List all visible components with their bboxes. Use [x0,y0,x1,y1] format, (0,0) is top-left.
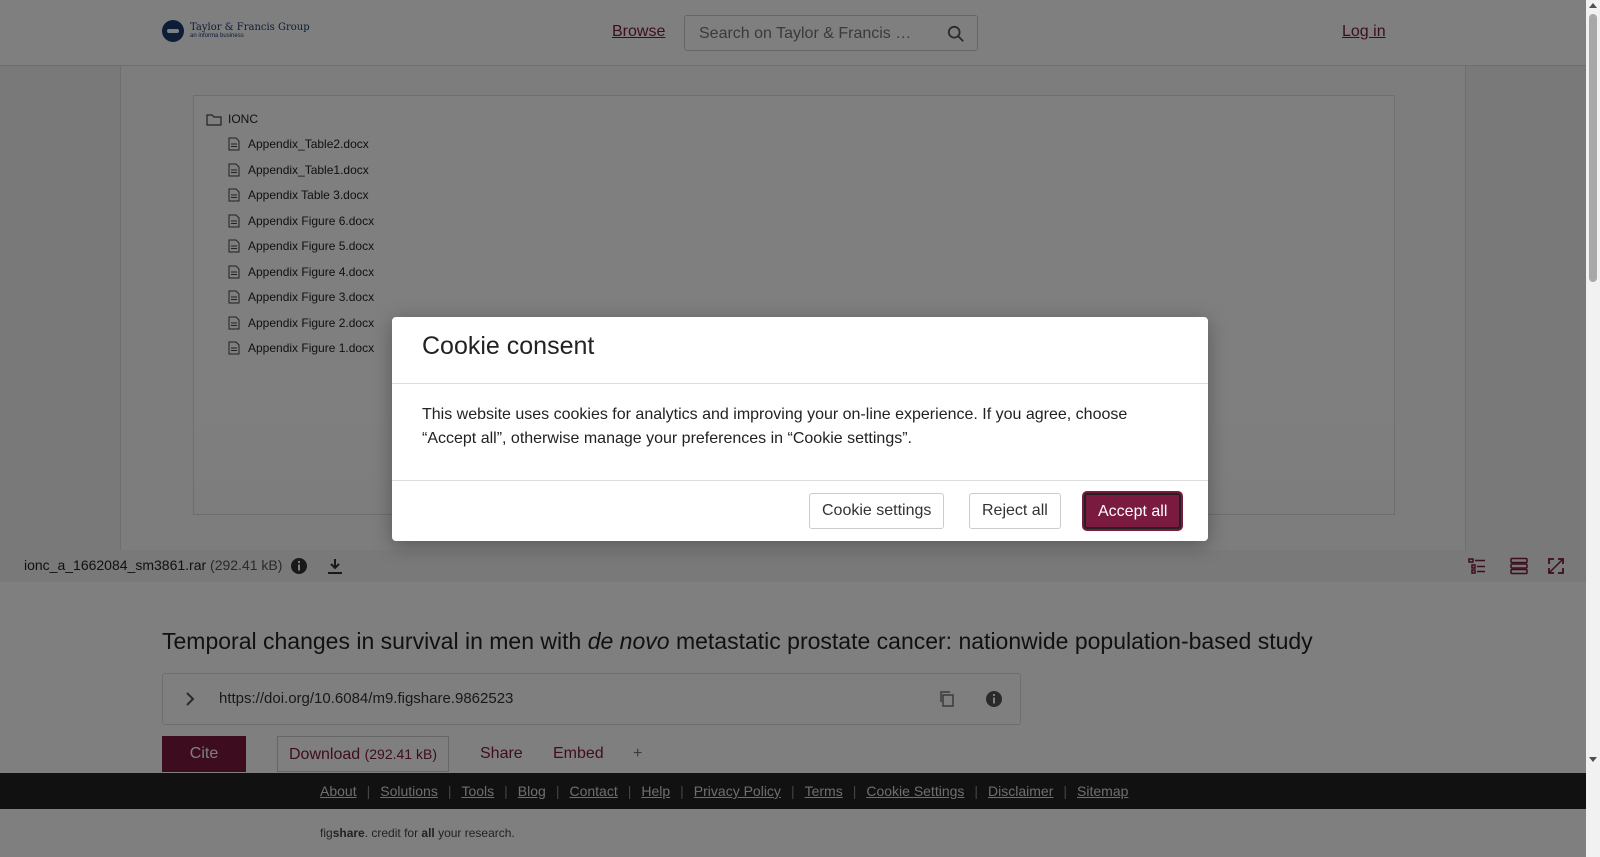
cookie-settings-button[interactable]: Cookie settings [809,493,945,529]
cookie-consent-dialog: Cookie consent This website uses cookies… [392,317,1208,541]
dialog-body: This website uses cookies for analytics … [422,406,1128,447]
reject-all-button[interactable]: Reject all [969,493,1061,529]
scroll-up-arrow-icon[interactable] [1589,3,1597,8]
scroll-down-arrow-icon[interactable] [1589,757,1597,762]
dialog-title: Cookie consent [422,332,595,360]
scroll-thumb[interactable] [1589,14,1597,282]
accept-all-button[interactable]: Accept all [1084,493,1182,529]
page-scrollbar[interactable] [1586,0,1600,857]
divider [392,383,1208,384]
divider [392,480,1208,481]
